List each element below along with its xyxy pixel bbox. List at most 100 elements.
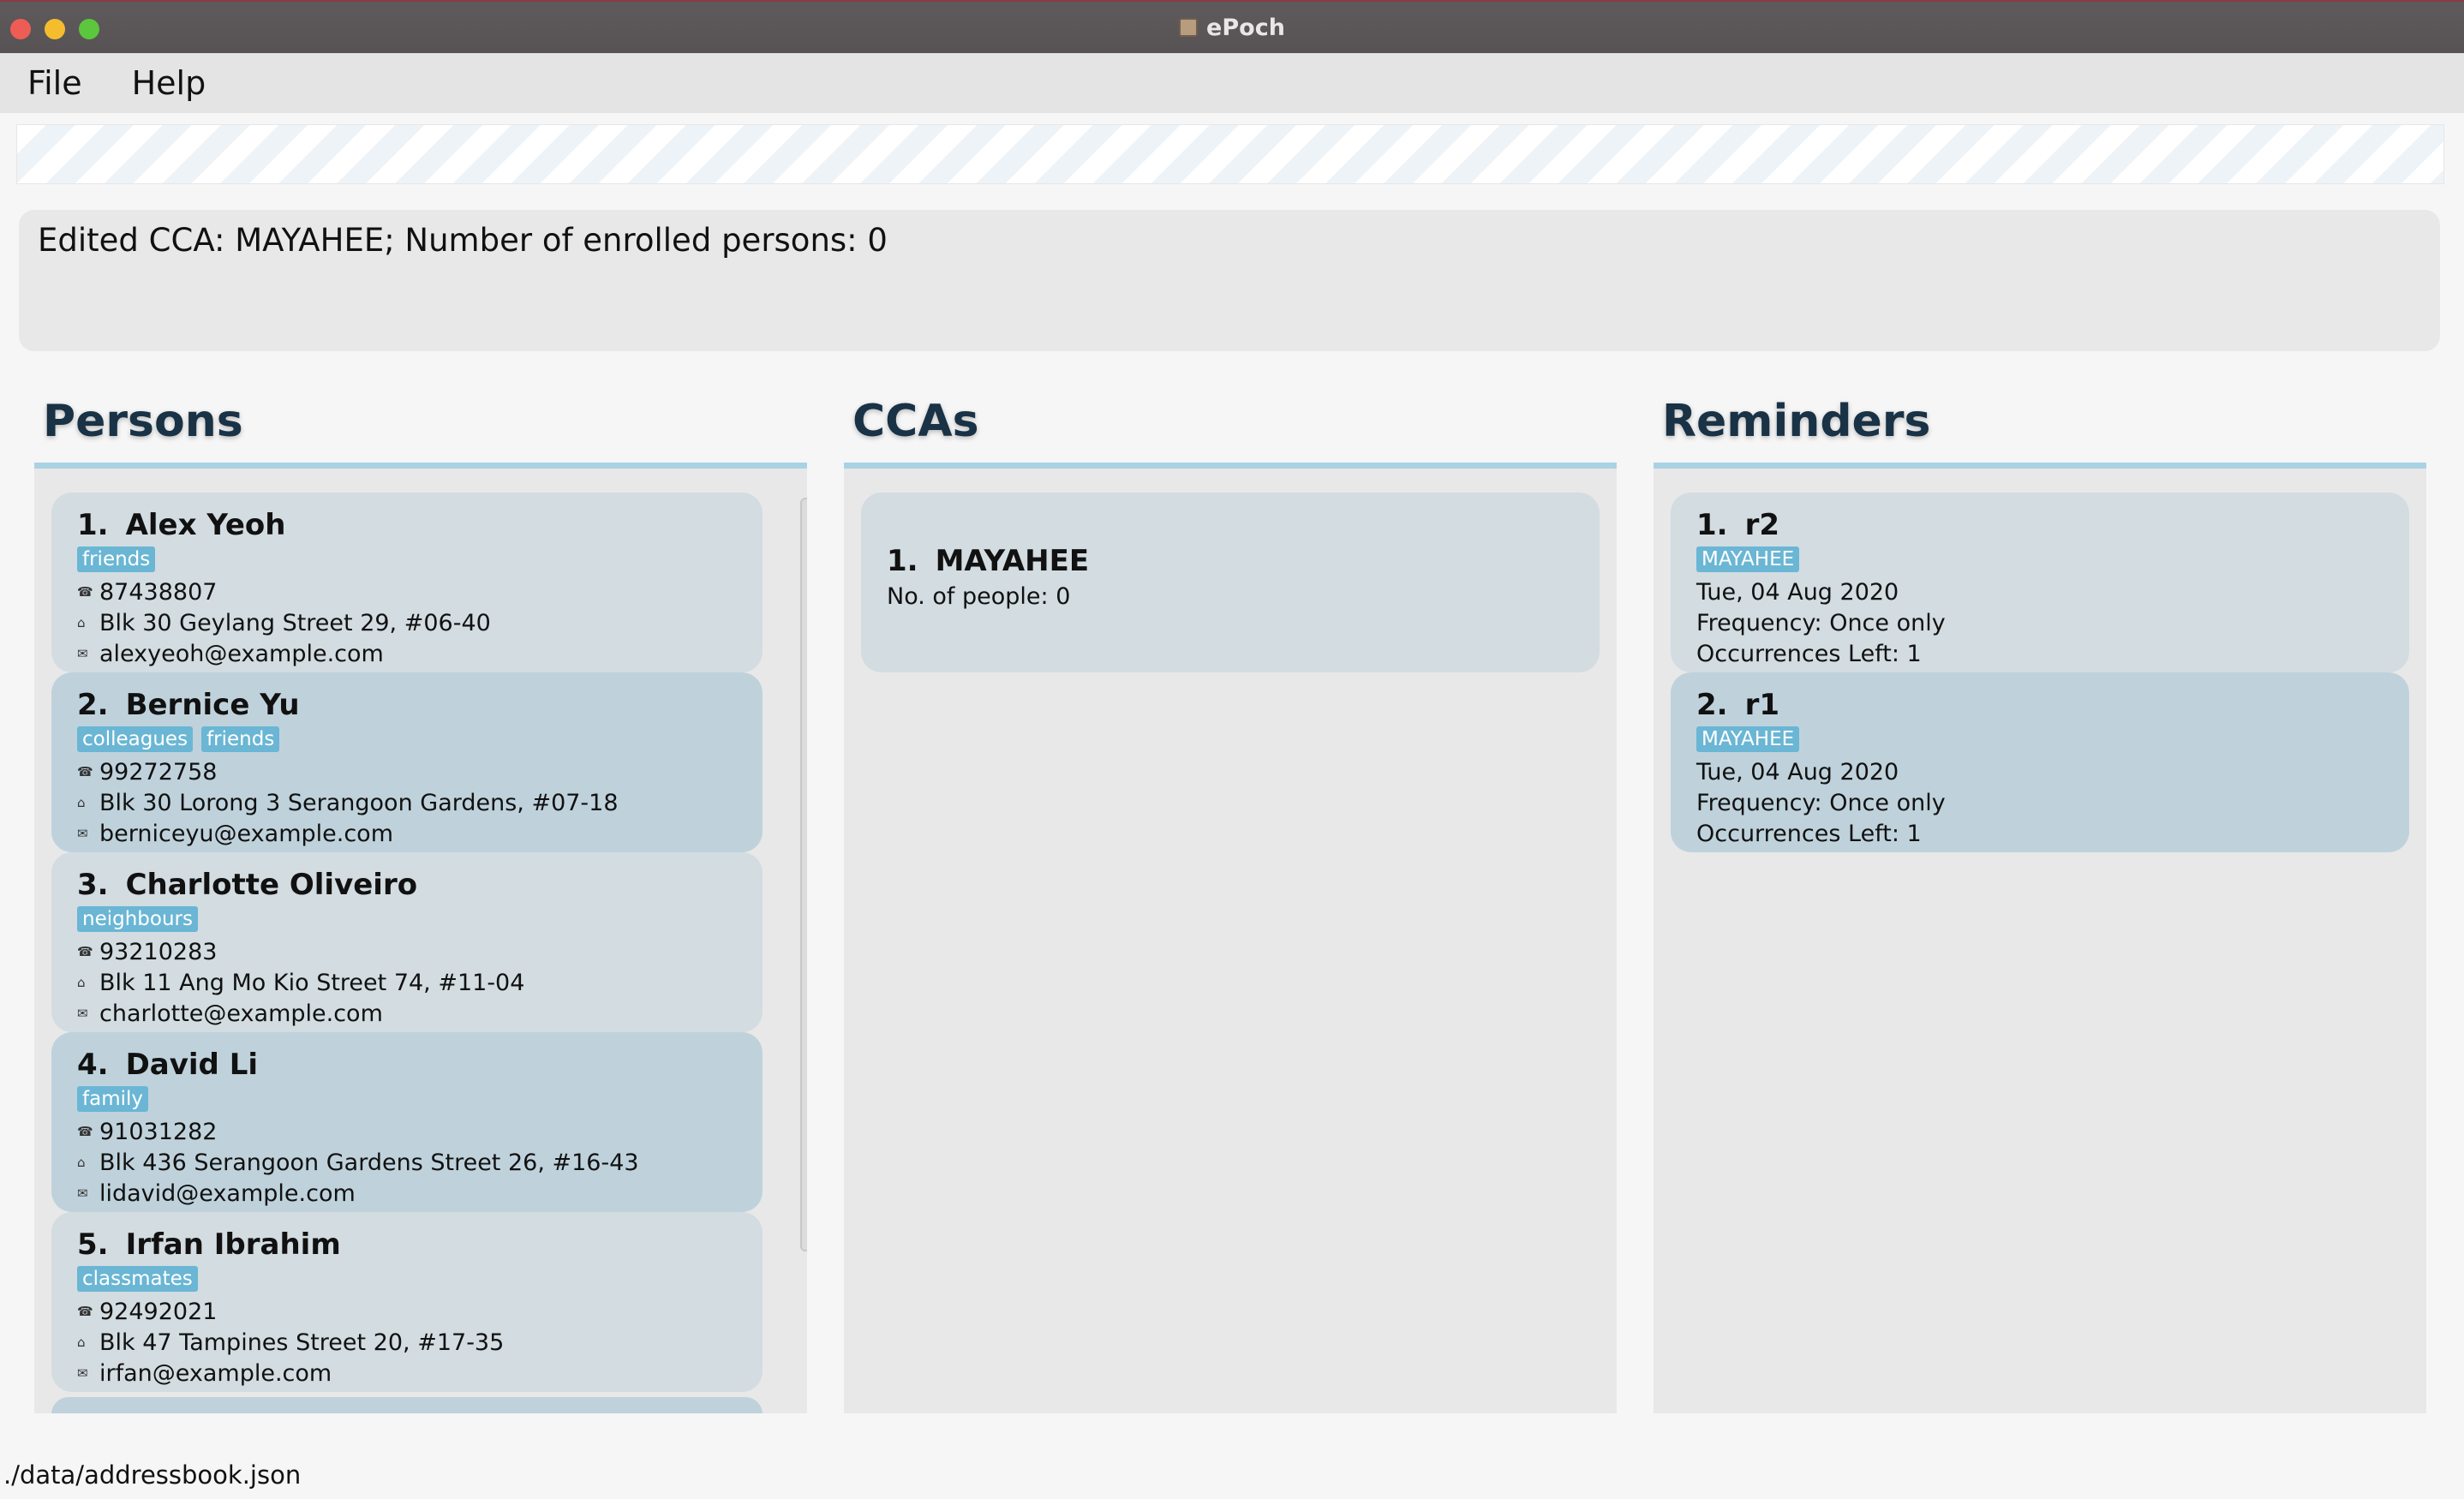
phone-row: ☎ 92492021 bbox=[77, 1296, 737, 1327]
reminder-occurrences: Occurrences Left: 1 bbox=[1696, 640, 1922, 667]
person-name-row: 1. Alex Yeoh bbox=[77, 501, 737, 542]
person-card[interactable]: 4. David Li family ☎ 91031282 ⌂ Blk 436 Ser… bbox=[51, 1032, 763, 1212]
phone-row: ☎ 99272758 bbox=[77, 756, 737, 787]
reminder-date: Tue, 04 Aug 2020 bbox=[1696, 578, 1899, 606]
window-title-wrap: ePoch bbox=[0, 2, 2464, 53]
person-index: 5. bbox=[77, 1227, 109, 1262]
person-address: Blk 11 Ang Mo Kio Street 74, #11-04 bbox=[99, 969, 525, 996]
person-email: irfan@example.com bbox=[99, 1359, 332, 1387]
ccas-panel-title: CCAs bbox=[852, 396, 979, 447]
email-row: ✉ irfan@example.com bbox=[77, 1358, 737, 1389]
tag-list: neighbours bbox=[77, 902, 737, 936]
person-address: Blk 30 Lorong 3 Serangoon Gardens, #07-1… bbox=[99, 789, 619, 816]
tag-list: classmates bbox=[77, 1262, 737, 1296]
home-icon: ⌂ bbox=[77, 795, 86, 810]
address-row: ⌂ Blk 436 Serangoon Gardens Street 26, #1… bbox=[77, 1147, 737, 1178]
address-row: ⌂ Blk 30 Lorong 3 Serangoon Gardens, #07-… bbox=[77, 787, 737, 818]
window-title: ePoch bbox=[1206, 14, 1285, 41]
persons-list[interactable]: 1. Alex Yeoh friends ☎ 87438807 ⌂ Blk 30 Ge… bbox=[51, 493, 763, 1392]
tag-badge: neighbours bbox=[77, 906, 198, 932]
person-name-row: 5. Irfan Ibrahim bbox=[77, 1221, 737, 1262]
address-row: ⌂ Blk 11 Ang Mo Kio Street 74, #11-04 bbox=[77, 967, 737, 998]
person-name: David Li bbox=[125, 1048, 259, 1082]
person-phone: 87438807 bbox=[99, 578, 218, 606]
person-email: lidavid@example.com bbox=[99, 1179, 356, 1207]
tag-list: family bbox=[77, 1082, 737, 1116]
person-card-partial[interactable] bbox=[51, 1397, 763, 1413]
person-index: 3. bbox=[77, 868, 109, 902]
person-name-row: 2. Bernice Yu bbox=[77, 681, 737, 722]
cca-name: MAYAHEE bbox=[935, 544, 1090, 578]
email-row: ✉ lidavid@example.com bbox=[77, 1178, 737, 1209]
tag-list: friends bbox=[77, 542, 737, 576]
tag-list: colleagues friends bbox=[77, 722, 737, 756]
email-row: ✉ alexyeoh@example.com bbox=[77, 638, 737, 669]
person-address: Blk 47 Tampines Street 20, #17-35 bbox=[99, 1329, 505, 1356]
persons-panel-title: Persons bbox=[43, 396, 243, 447]
address-row: ⌂ Blk 47 Tampines Street 20, #17-35 bbox=[77, 1327, 737, 1358]
phone-icon: ☎ bbox=[77, 1124, 93, 1139]
person-email: alexyeoh@example.com bbox=[99, 640, 384, 667]
email-row: ✉ berniceyu@example.com bbox=[77, 818, 737, 849]
reminder-name-row: 2. r1 bbox=[1696, 681, 2383, 722]
person-phone: 91031282 bbox=[99, 1118, 218, 1145]
reminder-index: 2. bbox=[1696, 688, 1728, 722]
home-icon: ⌂ bbox=[77, 1155, 86, 1170]
window-titlebar: ePoch bbox=[0, 0, 2464, 53]
tag-badge: classmates bbox=[77, 1266, 198, 1292]
home-icon: ⌂ bbox=[77, 615, 86, 630]
menu-file[interactable]: File bbox=[15, 61, 94, 105]
reminder-name-row: 1. r2 bbox=[1696, 501, 2383, 542]
mail-icon: ✉ bbox=[77, 1185, 88, 1201]
person-email: charlotte@example.com bbox=[99, 1000, 383, 1027]
reminder-card[interactable]: 1. r2 MAYAHEE Tue, 04 Aug 2020 Frequency:… bbox=[1671, 493, 2409, 672]
reminder-name: r2 bbox=[1744, 508, 1780, 542]
reminder-card[interactable]: 2. r1 MAYAHEE Tue, 04 Aug 2020 Frequency:… bbox=[1671, 672, 2409, 852]
app-icon bbox=[1179, 18, 1199, 37]
menu-help[interactable]: Help bbox=[120, 61, 218, 105]
persons-scrollbar[interactable] bbox=[795, 494, 807, 1402]
person-name: Charlotte Oliveiro bbox=[125, 868, 418, 902]
phone-row: ☎ 87438807 bbox=[77, 576, 737, 607]
person-card[interactable]: 2. Bernice Yu colleagues friends ☎ 99272758… bbox=[51, 672, 763, 852]
cca-people-count: No. of people: 0 bbox=[887, 583, 1071, 610]
person-address: Blk 30 Geylang Street 29, #06-40 bbox=[99, 609, 491, 636]
person-email: berniceyu@example.com bbox=[99, 820, 393, 847]
tag-badge: colleagues bbox=[77, 726, 194, 752]
scroll-thumb[interactable] bbox=[800, 498, 807, 1251]
cca-tag-badge: MAYAHEE bbox=[1696, 726, 1800, 752]
person-card[interactable]: 3. Charlotte Oliveiro neighbours ☎ 9321028… bbox=[51, 852, 763, 1032]
phone-icon: ☎ bbox=[77, 1304, 93, 1319]
reminder-name: r1 bbox=[1744, 688, 1780, 722]
person-name-row: 3. Charlotte Oliveiro bbox=[77, 861, 737, 902]
mail-icon: ✉ bbox=[77, 826, 88, 841]
mail-icon: ✉ bbox=[77, 646, 88, 661]
address-row: ⌂ Blk 30 Geylang Street 29, #06-40 bbox=[77, 607, 737, 638]
reminder-occurrences: Occurrences Left: 1 bbox=[1696, 820, 1922, 847]
person-index: 1. bbox=[77, 508, 109, 542]
person-name: Bernice Yu bbox=[125, 688, 300, 722]
cca-card[interactable]: 1. MAYAHEE No. of people: 0 bbox=[861, 493, 1600, 672]
reminder-date: Tue, 04 Aug 2020 bbox=[1696, 758, 1899, 785]
reminder-frequency: Frequency: Once only bbox=[1696, 609, 1946, 636]
cca-index: 1. bbox=[887, 544, 918, 578]
cca-tag-badge: MAYAHEE bbox=[1696, 546, 1800, 572]
persons-panel: 1. Alex Yeoh friends ☎ 87438807 ⌂ Blk 30 Ge… bbox=[34, 463, 807, 1413]
person-address: Blk 436 Serangoon Gardens Street 26, #16… bbox=[99, 1149, 639, 1176]
result-display: Edited CCA: MAYAHEE; Number of enrolled … bbox=[19, 210, 2440, 351]
ccas-panel: 1. MAYAHEE No. of people: 0 bbox=[844, 463, 1617, 1413]
phone-row: ☎ 91031282 bbox=[77, 1116, 737, 1147]
reminders-panel-title: Reminders bbox=[1662, 396, 1931, 447]
command-input[interactable] bbox=[16, 124, 2444, 184]
phone-icon: ☎ bbox=[77, 584, 93, 600]
person-index: 4. bbox=[77, 1048, 109, 1082]
reminder-frequency: Frequency: Once only bbox=[1696, 789, 1946, 816]
status-bar-path: ./data/addressbook.json bbox=[3, 1460, 302, 1490]
person-card[interactable]: 1. Alex Yeoh friends ☎ 87438807 ⌂ Blk 30 Ge… bbox=[51, 493, 763, 672]
phone-icon: ☎ bbox=[77, 944, 93, 959]
reminders-list[interactable]: 1. r2 MAYAHEE Tue, 04 Aug 2020 Frequency:… bbox=[1671, 493, 2409, 852]
person-name: Irfan Ibrahim bbox=[125, 1227, 341, 1262]
person-card[interactable]: 5. Irfan Ibrahim classmates ☎ 92492021 ⌂ Bl… bbox=[51, 1212, 763, 1392]
reminder-index: 1. bbox=[1696, 508, 1728, 542]
menu-bar: File Help bbox=[0, 53, 2464, 113]
